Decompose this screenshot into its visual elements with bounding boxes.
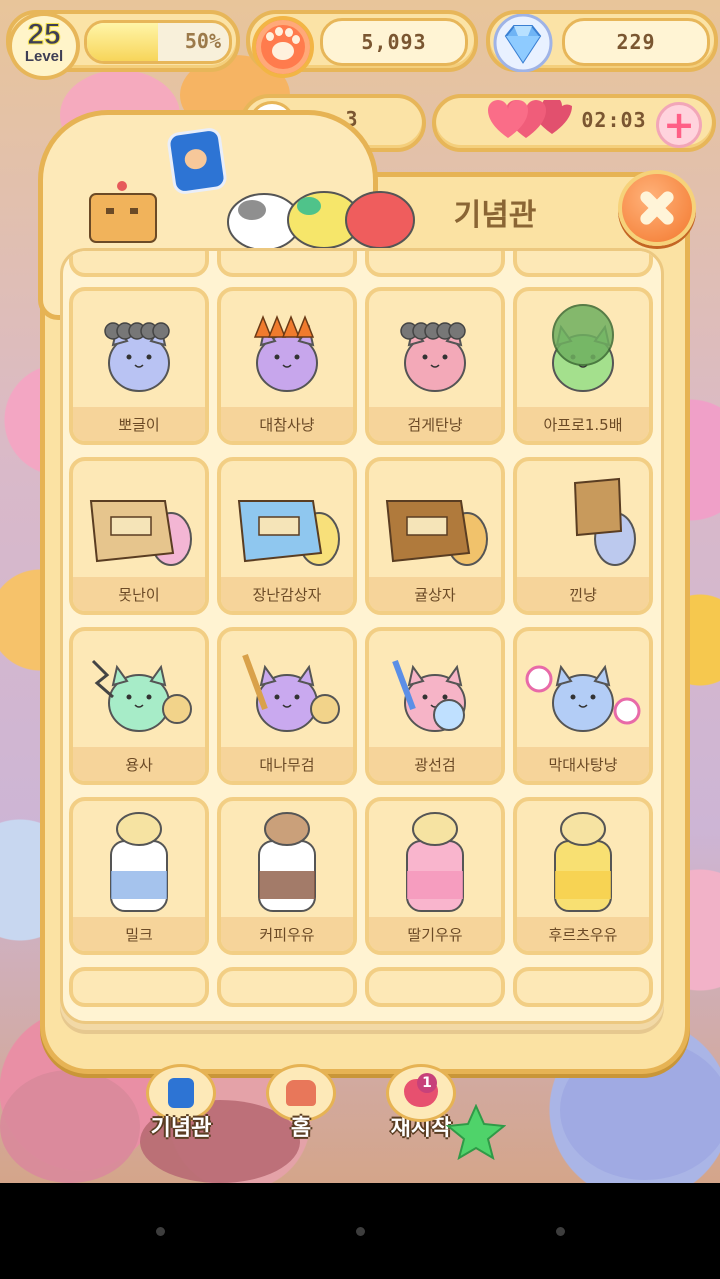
- collection-item-art: [385, 500, 488, 566]
- collection-scroll-area[interactable]: 뽀글이 대참사냥 검게탄냥 아프로1.5배 못난이 장난감상자 귤상자 낀냥 용사…: [60, 248, 664, 1024]
- heart-lives-icon: [488, 100, 572, 138]
- gem-count: 229: [562, 18, 710, 66]
- collection-card-label: 귤상자: [369, 577, 501, 611]
- collection-card-label: 딸기우유: [369, 917, 501, 951]
- collection-card[interactable]: 커피우유: [217, 797, 357, 955]
- collection-card-label: 대나무검: [221, 747, 353, 781]
- collection-card-label: 뽀글이: [73, 407, 205, 441]
- collection-card-label: 밀크: [73, 917, 205, 951]
- collection-card-label: 후르츠우유: [517, 917, 649, 951]
- collection-item-art: [554, 812, 612, 912]
- home-button[interactable]: 홈: [246, 1064, 356, 1141]
- collection-card[interactable]: 아프로1.5배: [513, 287, 653, 445]
- restart-badge: 1: [417, 1073, 437, 1093]
- collection-item-art: [392, 659, 466, 732]
- collection-card[interactable]: 낀냥: [513, 457, 653, 615]
- collection-item-art: [91, 659, 192, 732]
- collection-item-art: [110, 812, 168, 912]
- collection-item-art: [89, 500, 192, 566]
- collection-card-label: 막대사탕냥: [517, 747, 649, 781]
- collection-card[interactable]: 대나무검: [217, 627, 357, 785]
- collection-card-label: 용사: [73, 747, 205, 781]
- xp-percent: 50%: [184, 29, 221, 53]
- collection-card[interactable]: 용사: [69, 627, 209, 785]
- collection-item-art: [552, 304, 614, 392]
- collection-card-label: 장난감상자: [221, 577, 353, 611]
- collection-item-art: [400, 322, 466, 392]
- paw-coin-icon: [252, 16, 314, 78]
- collection-card[interactable]: 장난감상자: [217, 457, 357, 615]
- collection-item-art: [242, 653, 340, 732]
- star-icon: [446, 1104, 506, 1160]
- xp-progress-fill: [87, 23, 158, 61]
- collection-card-label: 검게탄냥: [369, 407, 501, 441]
- collection-card[interactable]: 후르츠우유: [513, 797, 653, 955]
- collection-card[interactable]: 막대사탕냥: [513, 627, 653, 785]
- collection-item-art: [406, 812, 464, 912]
- collection-item-art: [573, 477, 636, 566]
- collection-item-art: [525, 664, 641, 732]
- xp-progress-bar: 50%: [84, 20, 232, 64]
- collection-card[interactable]: 딸기우유: [365, 797, 505, 955]
- collection-card[interactable]: 대참사냥: [217, 287, 357, 445]
- nav-home-button[interactable]: [356, 1227, 365, 1236]
- collection-card[interactable]: 귤상자: [365, 457, 505, 615]
- close-button[interactable]: [618, 170, 696, 246]
- collection-card[interactable]: 뽀글이: [69, 287, 209, 445]
- collection-card-label: 낀냥: [517, 577, 649, 611]
- life-timer: 02:03: [581, 108, 647, 132]
- collection-item-art: [253, 314, 318, 392]
- collection-grid: 뽀글이 대참사냥 검게탄냥 아프로1.5배 못난이 장난감상자 귤상자 낀냥 용사…: [69, 287, 655, 955]
- collection-card-label: 대참사냥: [221, 407, 353, 441]
- header-cats-illustration: [89, 181, 415, 250]
- collection-card[interactable]: 검게탄냥: [365, 287, 505, 445]
- home-button-label: 홈: [290, 1116, 312, 1141]
- level-badge: 25 Level: [8, 12, 80, 80]
- collection-item-art: [104, 322, 170, 392]
- collection-item-art: [258, 812, 316, 912]
- panel-title: 기념관: [453, 198, 537, 233]
- previous-row-peek: [69, 251, 655, 277]
- collection-card[interactable]: 밀크: [69, 797, 209, 955]
- collection-card[interactable]: 광선검: [365, 627, 505, 785]
- collection-card-label: 아프로1.5배: [517, 407, 649, 441]
- next-row-peek: [69, 967, 655, 1007]
- level-number: 25: [27, 18, 61, 51]
- collection-card-label: 커피우유: [221, 917, 353, 951]
- memorial-button[interactable]: 기념관: [126, 1064, 236, 1141]
- add-lives-button[interactable]: +: [656, 102, 702, 148]
- collection-card[interactable]: 못난이: [69, 457, 209, 615]
- collection-card-label: 광선검: [369, 747, 501, 781]
- memorial-button-label: 기념관: [150, 1116, 212, 1141]
- collection-item-art: [237, 500, 340, 566]
- collection-card-label: 못난이: [73, 577, 205, 611]
- nav-back-button[interactable]: [156, 1227, 165, 1236]
- bg-cat-rose: [0, 1070, 140, 1183]
- gem-icon: [493, 14, 553, 72]
- level-caption: Level: [24, 48, 64, 65]
- coin-count: 5,093: [320, 18, 468, 66]
- nav-recents-button[interactable]: [556, 1227, 565, 1236]
